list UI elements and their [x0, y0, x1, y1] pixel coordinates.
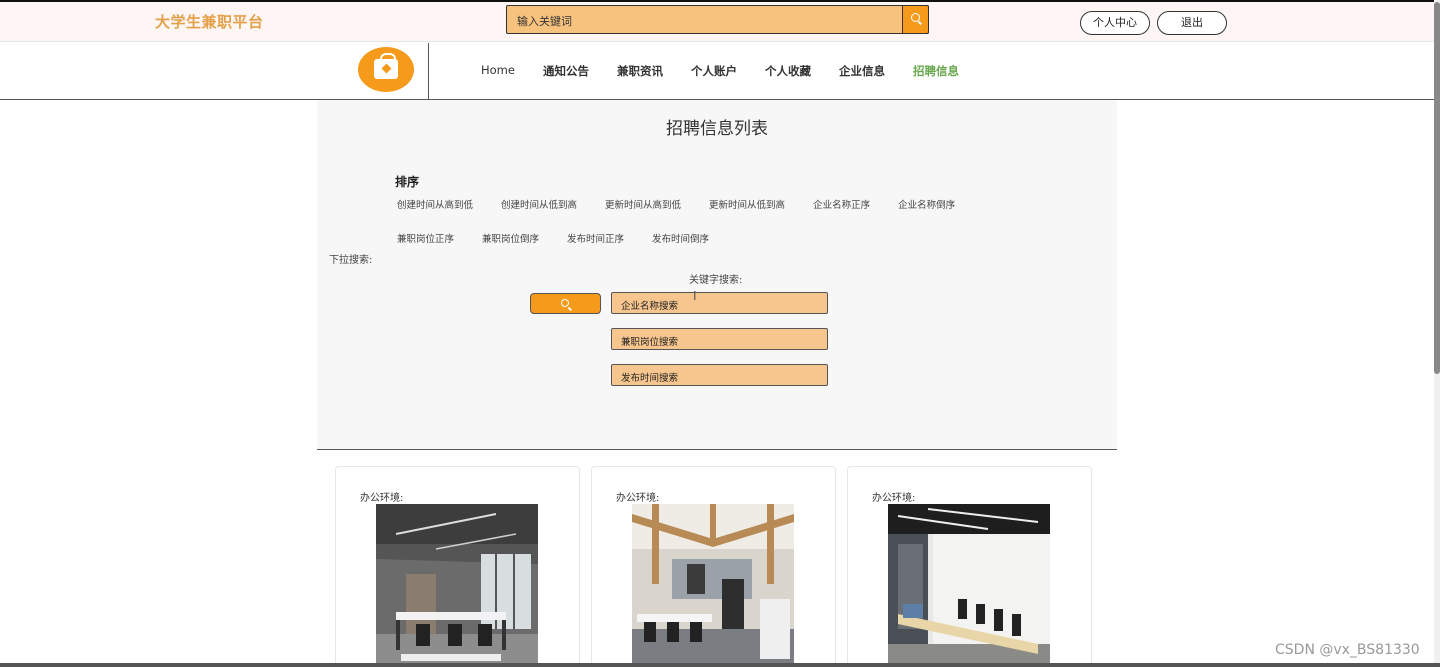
nav-divider: [428, 43, 429, 99]
search-button[interactable]: [530, 293, 601, 314]
top-search-placeholder: 输入关键词: [517, 15, 572, 28]
sort-publish-desc[interactable]: 发布时间倒序: [652, 231, 709, 245]
site-title[interactable]: 大学生兼职平台: [155, 11, 264, 32]
sort-position-desc[interactable]: 兼职岗位倒序: [482, 231, 539, 245]
dropdown-search-label: 下拉搜索:: [329, 255, 373, 266]
text-cursor-icon: I: [693, 289, 697, 303]
watermark: CSDN @vx_BS81330: [1275, 642, 1420, 658]
job-card[interactable]: 办公环境:: [335, 466, 580, 667]
sort-created-desc[interactable]: 创建时间从高到低: [397, 197, 473, 211]
job-card[interactable]: 办公环境:: [591, 466, 836, 667]
publish-time-search-input[interactable]: 发布时间搜索: [611, 364, 828, 386]
company-name-search-input[interactable]: 企业名称搜索: [611, 292, 828, 314]
top-search-input[interactable]: 输入关键词: [506, 5, 929, 34]
sort-publish-asc[interactable]: 发布时间正序: [567, 231, 624, 245]
office-photo[interactable]: [888, 504, 1050, 667]
nav-menu: Home 通知公告 兼职资讯 个人账户 个人收藏 企业信息 招聘信息: [481, 63, 987, 79]
logout-button[interactable]: 退出: [1157, 11, 1227, 35]
top-bar: 大学生兼职平台 输入关键词 个人中心 退出: [0, 0, 1440, 42]
nav-item-parttime-news[interactable]: 兼职资讯: [617, 63, 663, 79]
scrollbar[interactable]: [1434, 0, 1440, 667]
keyword-search-label: 关键字搜索:: [689, 275, 743, 286]
user-center-button[interactable]: 个人中心: [1080, 11, 1150, 35]
nav-item-favorites[interactable]: 个人收藏: [765, 63, 811, 79]
sort-heading: 排序: [395, 175, 420, 189]
sort-updated-desc[interactable]: 更新时间从高到低: [605, 197, 681, 211]
search-icon: [561, 299, 569, 307]
nav-item-notices[interactable]: 通知公告: [543, 63, 589, 79]
nav-item-home[interactable]: Home: [481, 63, 515, 79]
logo[interactable]: [358, 47, 414, 92]
card-label: 办公环境:: [872, 493, 916, 504]
main-panel: 招聘信息列表 排序 创建时间从高到低 创建时间从低到高 更新时间从高到低 更新时…: [317, 100, 1117, 450]
office-photo[interactable]: [632, 504, 794, 667]
sort-options-row-1: 创建时间从高到低 创建时间从低到高 更新时间从高到低 更新时间从低到高 企业名称…: [397, 197, 983, 211]
sort-company-desc[interactable]: 企业名称倒序: [898, 197, 955, 211]
nav-item-recruitment[interactable]: 招聘信息: [913, 63, 959, 79]
nav-item-account[interactable]: 个人账户: [691, 63, 737, 79]
heart-icon: [381, 63, 392, 74]
shopping-bag-icon: [374, 53, 398, 79]
bottom-border: [0, 663, 1440, 667]
office-photo[interactable]: [376, 504, 538, 667]
card-label: 办公环境:: [616, 493, 660, 504]
sort-updated-asc[interactable]: 更新时间从低到高: [709, 197, 785, 211]
position-search-input[interactable]: 兼职岗位搜索: [611, 328, 828, 350]
sort-options-row-2: 兼职岗位正序 兼职岗位倒序 发布时间正序 发布时间倒序: [397, 231, 737, 245]
sort-company-asc[interactable]: 企业名称正序: [813, 197, 870, 211]
card-label: 办公环境:: [360, 493, 404, 504]
nav-item-companies[interactable]: 企业信息: [839, 63, 885, 79]
top-search-button[interactable]: [902, 5, 929, 34]
page-title: 招聘信息列表: [666, 119, 768, 139]
sort-position-asc[interactable]: 兼职岗位正序: [397, 231, 454, 245]
nav-bar: Home 通知公告 兼职资讯 个人账户 个人收藏 企业信息 招聘信息: [0, 43, 1440, 100]
page: 大学生兼职平台 输入关键词 个人中心 退出 Home 通知公告 兼职资讯 个人账…: [0, 0, 1440, 667]
job-card[interactable]: 办公环境:: [847, 466, 1092, 667]
scrollbar-thumb[interactable]: [1434, 2, 1440, 374]
sort-created-asc[interactable]: 创建时间从低到高: [501, 197, 577, 211]
search-icon: [911, 13, 920, 22]
